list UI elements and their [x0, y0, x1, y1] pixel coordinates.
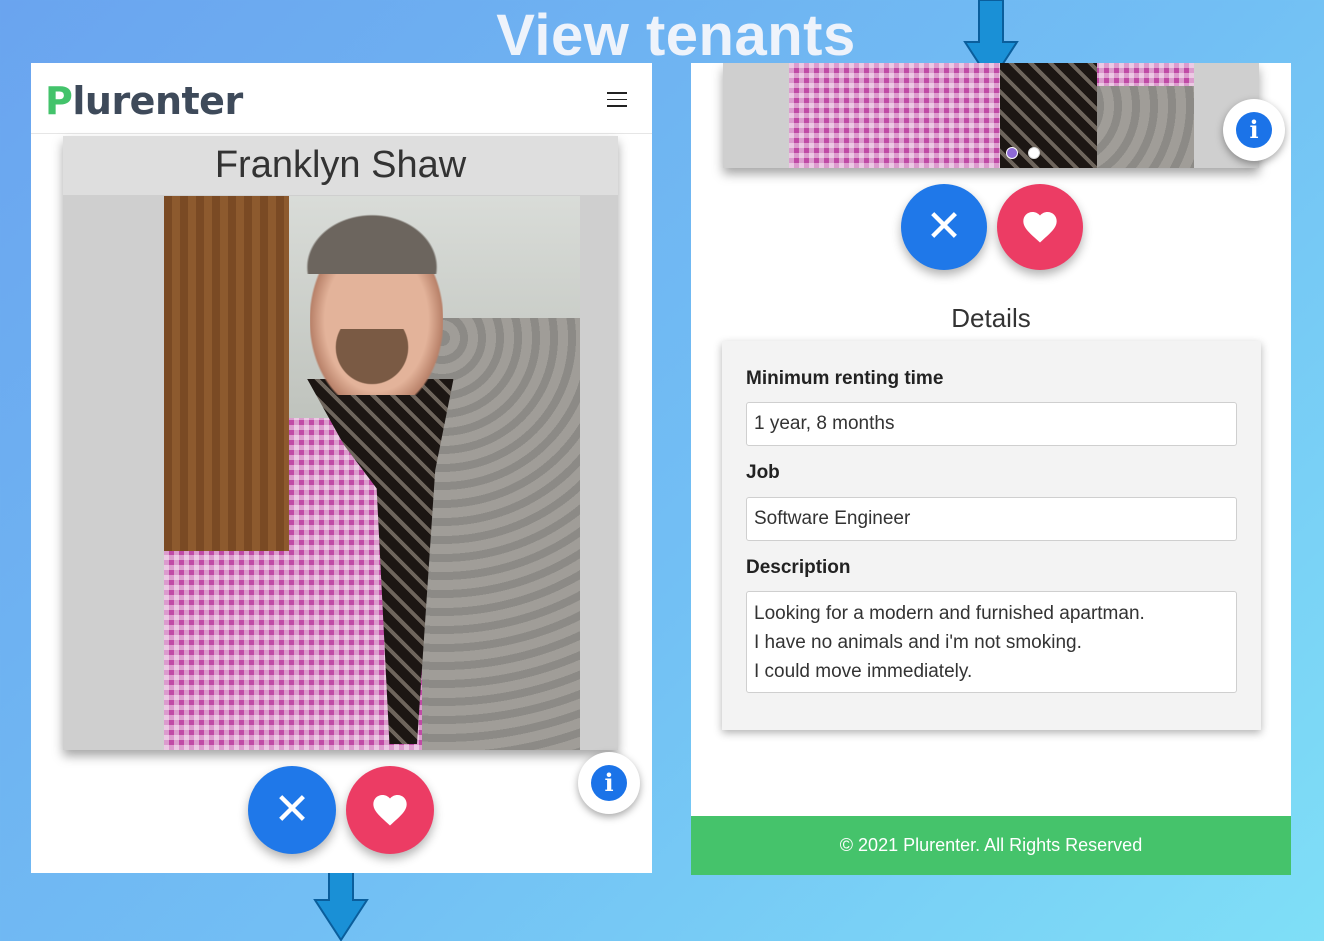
tenant-photo[interactable]: [789, 63, 1194, 168]
reject-button[interactable]: ✕: [248, 766, 336, 854]
carousel-dot[interactable]: [1028, 147, 1040, 159]
heart-icon: [1020, 207, 1060, 247]
reject-button[interactable]: ✕: [901, 184, 987, 270]
min-renting-label: Minimum renting time: [746, 368, 944, 389]
tenant-photo[interactable]: [164, 196, 580, 750]
info-icon: i: [1236, 112, 1272, 148]
job-label: Job: [746, 462, 780, 483]
min-renting-field[interactable]: 1 year, 8 months: [746, 402, 1237, 446]
description-line: I have no animals and i'm not smoking.: [754, 632, 1082, 653]
tenant-card-scrolled[interactable]: i: [723, 63, 1285, 168]
photo-carousel-indicators: [1006, 147, 1040, 159]
description-field[interactable]: Looking for a modern and furnished apart…: [746, 591, 1237, 693]
phone-screen-details: i ✕ Details Minimum renting time 1 year,…: [691, 63, 1291, 875]
like-button[interactable]: [997, 184, 1083, 270]
phone-screen-swipe: Plurenter Franklyn Shaw i ✕: [31, 63, 652, 873]
footer: © 2021 Plurenter. All Rights Reserved: [691, 816, 1291, 875]
tenant-name: Franklyn Shaw: [63, 136, 618, 195]
job-field[interactable]: Software Engineer: [746, 497, 1237, 541]
info-button[interactable]: i: [578, 752, 640, 814]
brand-logo[interactable]: Plurenter: [45, 79, 243, 123]
carousel-dot[interactable]: [1006, 147, 1018, 159]
like-button[interactable]: [346, 766, 434, 854]
info-icon: i: [591, 765, 627, 801]
hamburger-menu-icon[interactable]: [607, 92, 627, 107]
details-card: Minimum renting time 1 year, 8 months Jo…: [722, 341, 1261, 730]
description-line: I could move immediately.: [754, 661, 973, 682]
tenant-card[interactable]: Franklyn Shaw i: [63, 136, 640, 814]
details-heading: Details: [951, 303, 1031, 333]
close-icon: ✕: [925, 201, 963, 252]
heart-icon: [370, 790, 410, 830]
info-button[interactable]: i: [1223, 99, 1285, 161]
close-icon: ✕: [273, 784, 311, 835]
slide-title: View tenants: [496, 3, 856, 68]
description-label: Description: [746, 557, 851, 578]
description-line: Looking for a modern and furnished apart…: [754, 603, 1145, 624]
navbar: Plurenter: [31, 63, 652, 134]
